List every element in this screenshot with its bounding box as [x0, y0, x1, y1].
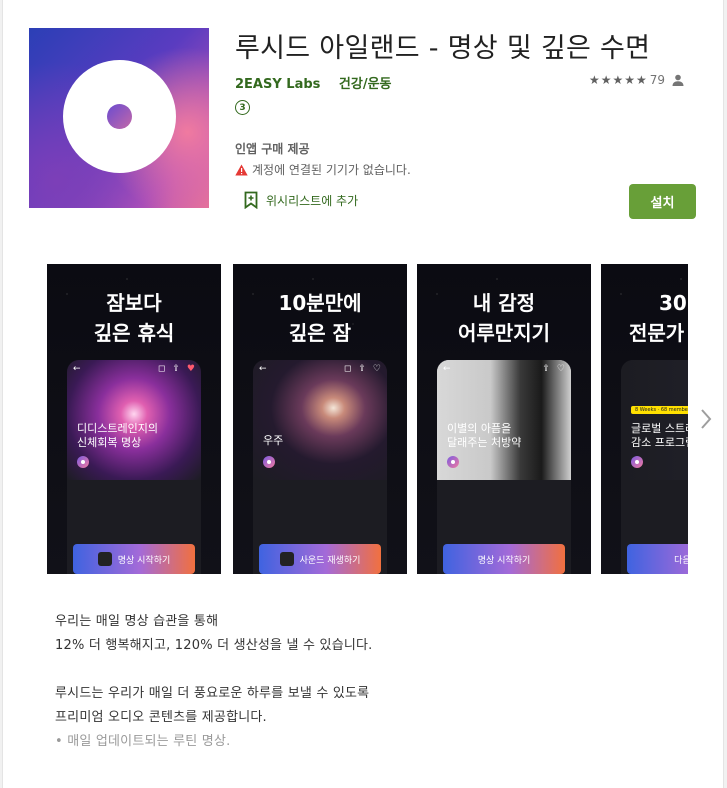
- headline-line-1: 내 감정: [472, 291, 536, 315]
- phone-cta-label: 다음 수: [674, 555, 688, 566]
- star-rating: ★★★★★: [589, 73, 648, 87]
- app-detail-card: 루시드 아일랜드 - 명상 및 깊은 수면 2EASY Labs 건강/운동 ★…: [2, 0, 724, 788]
- phone-toolbar: ← ⇪ ♡: [443, 364, 565, 376]
- share-icon: ⇪: [358, 364, 366, 374]
- phone-title-line-1: 이별의 아픔을: [447, 422, 512, 435]
- description-line: 우리는 매일 명상 습관을 통해: [55, 614, 219, 629]
- screenshot-2[interactable]: 10분만에 깊은 잠 ← ◻ ⇪ ♡ 우주 사운드 재생하기: [233, 264, 407, 574]
- phone-mockup: 8 Weeks · 68 members 글로벌 스트레 감소 프로그램 다음 …: [621, 360, 688, 574]
- chevron-right-icon[interactable]: [699, 407, 713, 431]
- heart-icon: ♡: [372, 364, 381, 374]
- headline-line-2: 깊은 휴식: [93, 321, 175, 345]
- phone-cta: 다음 수: [627, 544, 688, 574]
- phone-cta-label: 사운드 재생하기: [299, 555, 361, 566]
- heart-icon: ♡: [556, 364, 565, 374]
- screenshot-headline: 잠보다 깊은 휴식: [47, 288, 221, 348]
- back-arrow-icon: ←: [73, 364, 81, 374]
- share-icon: ⇪: [542, 364, 550, 374]
- headline-line-1: 잠보다: [106, 291, 162, 315]
- play-icon: [279, 552, 294, 566]
- rating-summary: ★★★★★ 79: [589, 73, 685, 87]
- screenshot-3[interactable]: 내 감정 어루만지기 ← ⇪ ♡ 이별의 아픔을 달래주는 처방약 명상 시작하기: [417, 264, 591, 574]
- phone-title-line-1: 우주: [263, 434, 284, 447]
- phone-cta-label: 명상 시작하기: [117, 555, 171, 566]
- developer-row: 2EASY Labs 건강/운동: [235, 73, 406, 92]
- phone-content-title: 이별의 아픔을 달래주는 처방약: [447, 422, 521, 450]
- phone-toolbar: ← ◻ ⇪ ♡: [259, 364, 381, 376]
- screenshot-headline: 30 전문가: [629, 288, 688, 348]
- app-description: 우리는 매일 명상 습관을 통해 12% 더 행복해지고, 120% 더 생산성…: [55, 610, 373, 754]
- phone-title-line-1: 글로벌 스트레: [631, 422, 688, 435]
- avatar: [447, 456, 459, 468]
- description-line: 루시드는 우리가 매일 더 풍요로운 하루를 보낼 수 있도록: [55, 686, 370, 701]
- avatar: [631, 456, 643, 468]
- screenshot-headline: 내 감정 어루만지기: [417, 288, 591, 348]
- phone-toolbar: ← ◻ ⇪ ♥: [73, 364, 195, 376]
- avatar: [77, 456, 89, 468]
- phone-cta: 명상 시작하기: [443, 544, 565, 574]
- phone-content-title: 우주: [263, 434, 283, 448]
- back-arrow-icon: ←: [443, 364, 451, 374]
- install-button[interactable]: 설치: [629, 184, 696, 219]
- phone-cta: 사운드 재생하기: [259, 544, 381, 574]
- description-line: • 매일 업데이트되는 루틴 명상.: [55, 734, 231, 749]
- phone-content-title: 디디스트레인지의 신체회복 명상: [77, 422, 158, 450]
- phone-title-line-1: 디디스트레인지의: [77, 422, 158, 435]
- category-link[interactable]: 건강/운동: [339, 77, 392, 92]
- phone-title-line-2: 달래주는 처방약: [447, 436, 522, 449]
- app-title: 루시드 아일랜드 - 명상 및 깊은 수면: [235, 33, 651, 64]
- phone-title-line-2: 신체회복 명상: [77, 436, 142, 449]
- rating-count: 79: [649, 73, 666, 87]
- add-to-wishlist-button[interactable]: 위시리스트에 추가: [244, 191, 358, 209]
- program-badge: 8 Weeks · 68 members: [631, 406, 688, 414]
- in-app-purchase-label: 인앱 구매 제공: [235, 142, 310, 156]
- headline-line-2: 깊은 잠: [288, 321, 352, 345]
- instagram-icon: ◻: [157, 364, 166, 374]
- wishlist-label: 위시리스트에 추가: [266, 193, 359, 208]
- phone-content-title: 글로벌 스트레 감소 프로그램: [631, 422, 688, 450]
- headline-line-2: 전문가: [629, 321, 685, 345]
- app-icon: [29, 28, 209, 208]
- screenshot-gallery[interactable]: 잠보다 깊은 휴식 ← ◻ ⇪ ♥ 디디스트레인지의 신체회복 명상 명상 시작하기: [47, 264, 688, 574]
- screenshot-4[interactable]: 30 전문가 8 Weeks · 68 members 글로벌 스트레 감소 프…: [601, 264, 688, 574]
- screenshot-headline: 10분만에 깊은 잠: [233, 288, 407, 348]
- age-rating-badge: 3: [235, 100, 250, 115]
- description-line: 12% 더 행복해지고, 120% 더 생산성을 낼 수 있습니다.: [55, 638, 373, 653]
- phone-meta: [631, 456, 643, 468]
- phone-mockup: ← ◻ ⇪ ♥ 디디스트레인지의 신체회복 명상 명상 시작하기: [67, 360, 201, 574]
- phone-meta: [77, 456, 89, 468]
- avatar: [263, 456, 275, 468]
- description-line: 프리미엄 오디오 콘텐츠를 제공합니다.: [55, 710, 267, 725]
- bookmark-icon: [244, 191, 258, 209]
- phone-mockup: ← ◻ ⇪ ♡ 우주 사운드 재생하기: [253, 360, 387, 574]
- phone-mockup: ← ⇪ ♡ 이별의 아픔을 달래주는 처방약 명상 시작하기: [437, 360, 571, 574]
- heart-icon: ♥: [186, 364, 195, 374]
- warning-text: 계정에 연결된 기기가 없습니다.: [252, 163, 411, 177]
- phone-meta: [263, 456, 275, 468]
- phone-cta-label: 명상 시작하기: [477, 555, 531, 566]
- headline-line-1: 30: [659, 291, 687, 315]
- back-arrow-icon: ←: [259, 364, 267, 374]
- phone-title-line-2: 감소 프로그램: [631, 436, 688, 449]
- headline-line-2: 어루만지기: [458, 321, 550, 345]
- headline-line-1: 10분만에: [278, 291, 362, 315]
- phone-cta: 명상 시작하기: [73, 544, 195, 574]
- disc-hole: [107, 104, 132, 129]
- developer-link[interactable]: 2EASY Labs: [235, 77, 320, 92]
- warning-icon: [235, 164, 248, 175]
- instagram-icon: ◻: [343, 364, 352, 374]
- share-icon: ⇪: [172, 364, 180, 374]
- screenshot-1[interactable]: 잠보다 깊은 휴식 ← ◻ ⇪ ♥ 디디스트레인지의 신체회복 명상 명상 시작하기: [47, 264, 221, 574]
- device-warning: 계정에 연결된 기기가 없습니다.: [235, 161, 411, 178]
- disc-icon: [63, 60, 176, 173]
- play-icon: [97, 552, 112, 566]
- phone-meta: [447, 456, 459, 468]
- person-icon: [672, 74, 684, 86]
